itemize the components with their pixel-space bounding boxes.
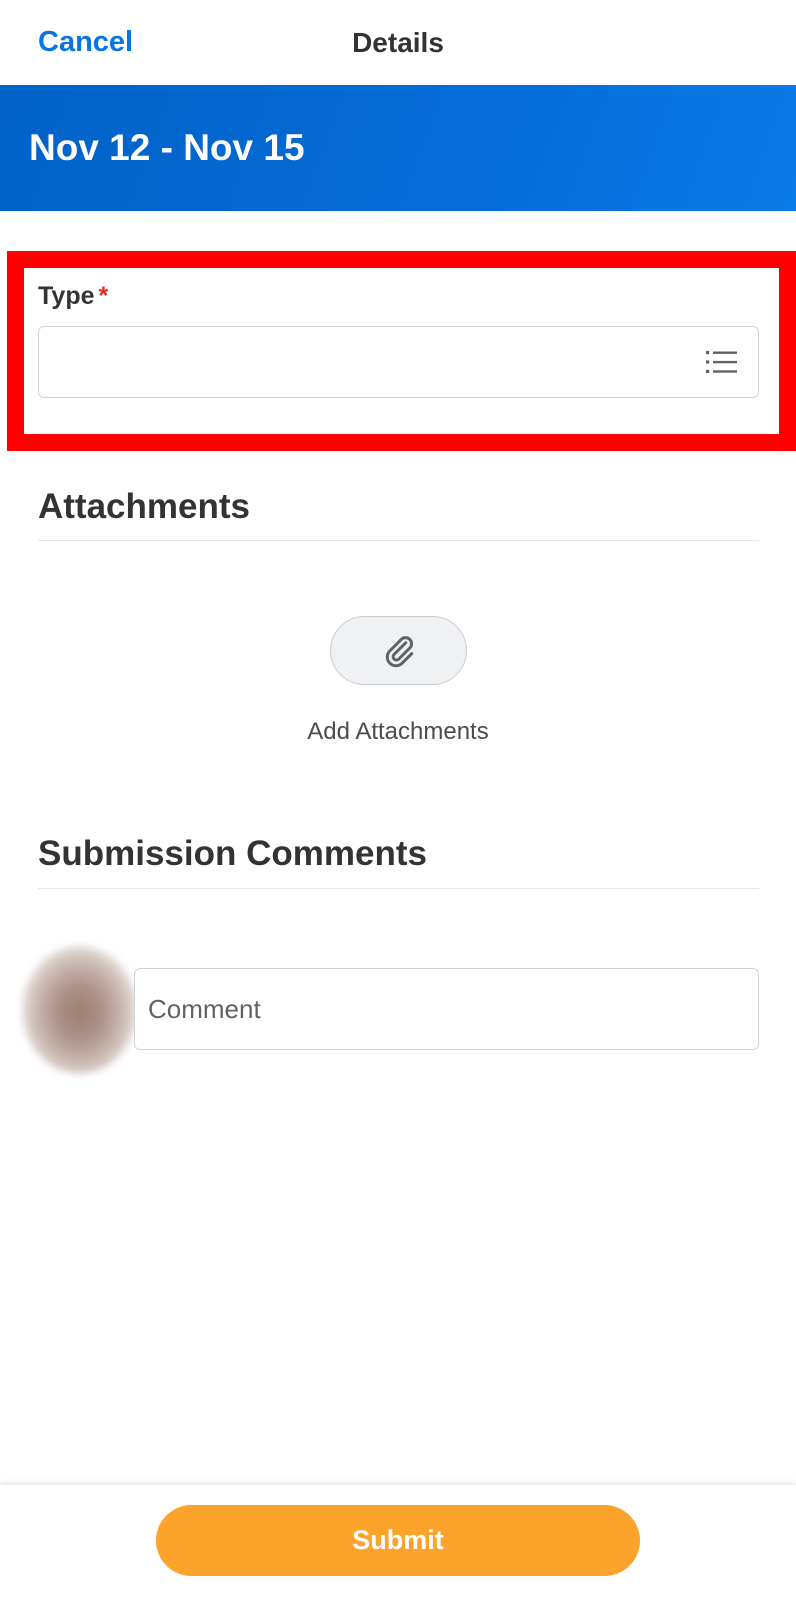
footer-bar: Submit — [0, 1485, 796, 1600]
comment-input[interactable] — [134, 968, 759, 1050]
type-select-field[interactable] — [38, 326, 759, 398]
required-marker: * — [98, 282, 109, 310]
type-field-label: Type * — [38, 282, 108, 311]
attachments-divider — [38, 540, 759, 541]
user-avatar — [22, 946, 137, 1074]
submission-comments-heading: Submission Comments — [38, 834, 427, 873]
submit-button[interactable]: Submit — [156, 1505, 640, 1576]
type-label-text: Type — [38, 282, 95, 310]
add-attachments-label: Add Attachments — [307, 718, 489, 745]
date-range-banner: Nov 12 - Nov 15 — [0, 85, 796, 211]
paperclip-icon — [385, 636, 414, 668]
details-page: Cancel Details Nov 12 - Nov 15 Type * Att… — [0, 0, 796, 1600]
add-attachment-button[interactable] — [330, 616, 467, 685]
comments-divider — [38, 888, 759, 889]
list-icon — [706, 351, 737, 373]
page-title: Details — [352, 27, 444, 58]
date-range-title: Nov 12 - Nov 15 — [29, 127, 305, 168]
top-nav-bar: Cancel Details — [0, 0, 796, 85]
attachments-heading: Attachments — [38, 487, 250, 526]
